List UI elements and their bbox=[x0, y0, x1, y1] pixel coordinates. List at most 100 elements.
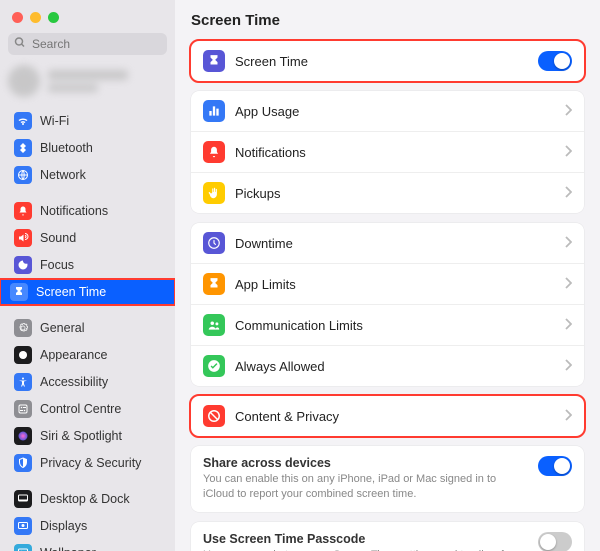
search-container bbox=[8, 33, 167, 55]
sidebar-item-siri[interactable]: Siri & Spotlight bbox=[4, 423, 171, 449]
network-icon bbox=[14, 166, 32, 184]
row-applimits[interactable]: App Limits bbox=[191, 264, 584, 305]
focus-icon bbox=[14, 256, 32, 274]
sidebar-label-screentime: Screen Time bbox=[36, 285, 106, 299]
chart-icon bbox=[203, 100, 225, 122]
screen-time-toggle-label: Screen Time bbox=[235, 54, 528, 69]
panel-2: Content & Privacy bbox=[191, 396, 584, 436]
profile-block[interactable] bbox=[8, 65, 167, 97]
sidebar-label-accessibility: Accessibility bbox=[40, 375, 108, 389]
option-desc-share: You can enable this on any iPhone, iPad … bbox=[203, 472, 528, 502]
page-title: Screen Time bbox=[191, 12, 584, 29]
screen-time-toggle[interactable] bbox=[538, 51, 572, 71]
sidebar-item-displays[interactable]: Displays bbox=[4, 513, 171, 539]
chevron-right-icon bbox=[564, 277, 572, 292]
sidebar-item-focus[interactable]: Focus bbox=[4, 252, 171, 278]
hourglass-icon bbox=[203, 273, 225, 295]
toggle-share[interactable] bbox=[538, 456, 572, 476]
row-commlimits[interactable]: Communication Limits bbox=[191, 305, 584, 346]
appearance-icon bbox=[14, 346, 32, 364]
sidebar-item-wifi[interactable]: Wi-Fi bbox=[4, 108, 171, 134]
check-icon bbox=[203, 355, 225, 377]
chevron-right-icon bbox=[564, 318, 572, 333]
screen-time-toggle-row: Screen Time bbox=[191, 41, 584, 81]
sidebar-item-screentime[interactable]: Screen Time bbox=[0, 279, 175, 305]
sidebar-label-privacy: Privacy & Security bbox=[40, 456, 141, 470]
bell-icon bbox=[14, 202, 32, 220]
sidebar-item-desktopdock[interactable]: Desktop & Dock bbox=[4, 486, 171, 512]
minimize-button[interactable] bbox=[30, 12, 41, 23]
sidebar-label-bluetooth: Bluetooth bbox=[40, 141, 93, 155]
row-label-applimits: App Limits bbox=[235, 277, 554, 292]
search-input[interactable] bbox=[8, 33, 167, 55]
sidebar-label-desktopdock: Desktop & Dock bbox=[40, 492, 130, 506]
accessibility-icon bbox=[14, 373, 32, 391]
sidebar: Wi-Fi Bluetooth Network Notifications Sound F… bbox=[0, 0, 175, 551]
sidebar-item-appearance[interactable]: Appearance bbox=[4, 342, 171, 368]
option-title-share: Share across devices bbox=[203, 456, 528, 470]
row-label-commlimits: Communication Limits bbox=[235, 318, 554, 333]
sidebar-label-notifications: Notifications bbox=[40, 204, 108, 218]
chevron-right-icon bbox=[564, 104, 572, 119]
wallpaper-icon bbox=[14, 544, 32, 551]
chevron-right-icon bbox=[564, 359, 572, 374]
bell-icon bbox=[203, 141, 225, 163]
row-notifications[interactable]: Notifications bbox=[191, 132, 584, 173]
toggle-passcode[interactable] bbox=[538, 532, 572, 551]
row-content[interactable]: Content & Privacy bbox=[191, 396, 584, 436]
main-content: Screen Time Screen Time App Usage Notifica… bbox=[175, 0, 600, 551]
sidebar-item-accessibility[interactable]: Accessibility bbox=[4, 369, 171, 395]
panel-0: App Usage Notifications Pickups bbox=[191, 91, 584, 213]
sidebar-label-wifi: Wi-Fi bbox=[40, 114, 69, 128]
hourglass-icon bbox=[10, 283, 28, 301]
option-panel-share: Share across devices You can enable this … bbox=[191, 446, 584, 512]
sidebar-label-wallpaper: Wallpaper bbox=[40, 546, 96, 551]
sidebar-label-siri: Siri & Spotlight bbox=[40, 429, 122, 443]
row-appusage[interactable]: App Usage bbox=[191, 91, 584, 132]
sidebar-item-wallpaper[interactable]: Wallpaper bbox=[4, 540, 171, 551]
chevron-right-icon bbox=[564, 236, 572, 251]
sidebar-item-sound[interactable]: Sound bbox=[4, 225, 171, 251]
gear-icon bbox=[14, 319, 32, 337]
chevron-right-icon bbox=[564, 409, 572, 424]
sidebar-item-controlcentre[interactable]: Control Centre bbox=[4, 396, 171, 422]
sidebar-item-general[interactable]: General bbox=[4, 315, 171, 341]
chevron-right-icon bbox=[564, 145, 572, 160]
sidebar-label-network: Network bbox=[40, 168, 86, 182]
sidebar-label-appearance: Appearance bbox=[40, 348, 107, 362]
window-controls bbox=[0, 6, 175, 33]
row-label-allowed: Always Allowed bbox=[235, 359, 554, 374]
downtime-icon bbox=[203, 232, 225, 254]
option-panel-passcode: Use Screen Time PasscodeUse a passcode t… bbox=[191, 522, 584, 551]
row-label-content: Content & Privacy bbox=[235, 409, 554, 424]
row-label-pickups: Pickups bbox=[235, 186, 554, 201]
panel-1: Downtime App Limits Communication Limits Al… bbox=[191, 223, 584, 386]
maximize-button[interactable] bbox=[48, 12, 59, 23]
avatar bbox=[8, 65, 40, 97]
sidebar-item-network[interactable]: Network bbox=[4, 162, 171, 188]
restrict-icon bbox=[203, 405, 225, 427]
row-pickups[interactable]: Pickups bbox=[191, 173, 584, 213]
option-row-share: Share across devices You can enable this … bbox=[191, 446, 584, 512]
siri-icon bbox=[14, 427, 32, 445]
row-downtime[interactable]: Downtime bbox=[191, 223, 584, 264]
sidebar-item-privacy[interactable]: Privacy & Security bbox=[4, 450, 171, 476]
sidebar-item-notifications[interactable]: Notifications bbox=[4, 198, 171, 224]
sidebar-item-bluetooth[interactable]: Bluetooth bbox=[4, 135, 171, 161]
close-button[interactable] bbox=[12, 12, 23, 23]
sidebar-label-displays: Displays bbox=[40, 519, 87, 533]
row-label-appusage: App Usage bbox=[235, 104, 554, 119]
option-title-passcode: Use Screen Time Passcode bbox=[203, 532, 528, 546]
privacy-icon bbox=[14, 454, 32, 472]
row-label-notifications: Notifications bbox=[235, 145, 554, 160]
hand-icon bbox=[203, 182, 225, 204]
wifi-icon bbox=[14, 112, 32, 130]
row-label-downtime: Downtime bbox=[235, 236, 554, 251]
row-allowed[interactable]: Always Allowed bbox=[191, 346, 584, 386]
desktop-icon bbox=[14, 490, 32, 508]
search-icon bbox=[14, 37, 26, 52]
sidebar-label-sound: Sound bbox=[40, 231, 76, 245]
chevron-right-icon bbox=[564, 186, 572, 201]
sidebar-label-controlcentre: Control Centre bbox=[40, 402, 121, 416]
option-row-passcode: Use Screen Time PasscodeUse a passcode t… bbox=[191, 522, 584, 551]
